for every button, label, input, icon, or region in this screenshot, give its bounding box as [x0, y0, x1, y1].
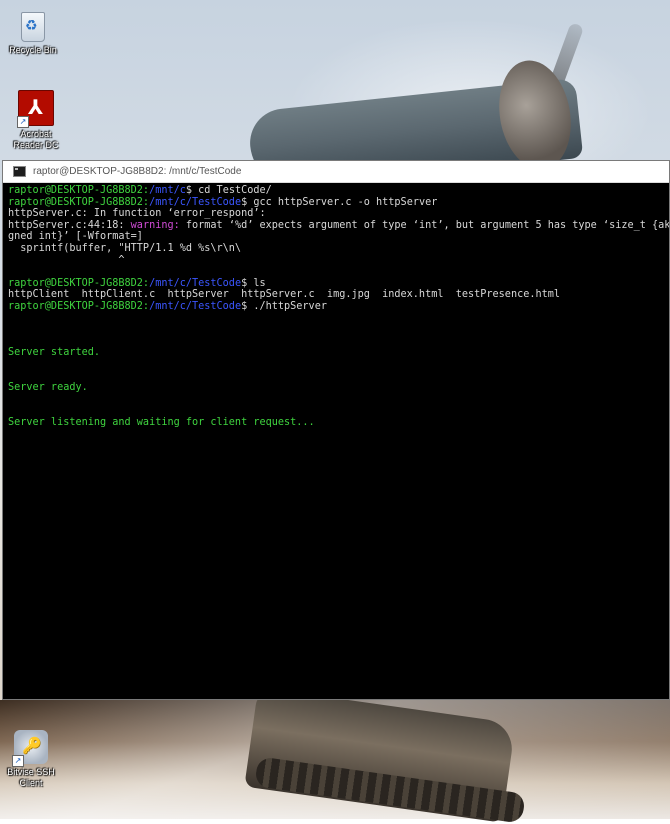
- prompt-path: /mnt/c/TestCode: [149, 196, 242, 208]
- terminal-app-icon: [13, 166, 26, 177]
- terminal-text: gned int}’ [-Wformat=]: [8, 231, 143, 243]
- prompt-command: $ cd TestCode/: [185, 185, 272, 196]
- terminal-line: raptor@DESKTOP-JG8B8D2:/mnt/c/TestCode$ …: [8, 278, 669, 290]
- terminal-line: Server started.: [8, 347, 669, 359]
- warning-label: warning:: [130, 219, 180, 231]
- prompt-path: /mnt/c: [149, 185, 186, 196]
- desktop-icon-label: Recycle Bin: [0, 45, 66, 56]
- warning-message: format ‘%d’ expects argument of type ‘in…: [185, 219, 669, 231]
- terminal-line: httpServer.c:44:18: warning: format ‘%d’…: [8, 220, 669, 232]
- shortcut-arrow-icon: ↗: [17, 116, 29, 128]
- terminal-line: raptor@DESKTOP-JG8B8D2:/mnt/c/TestCode$ …: [8, 197, 669, 209]
- terminal-line: raptor@DESKTOP-JG8B8D2:/mnt/c$ cd TestCo…: [8, 185, 669, 197]
- prompt-user: raptor@DESKTOP-JG8B8D2:: [8, 300, 150, 312]
- terminal-line: Server ready.: [8, 382, 669, 394]
- prompt-command: $ gcc httpServer.c -o httpServer: [241, 196, 438, 208]
- prompt-user: raptor@DESKTOP-JG8B8D2:: [8, 196, 150, 208]
- prompt-command: $ ls: [241, 277, 266, 289]
- terminal-line: sprintf(buffer, "HTTP/1.1 %d %s\r\n\: [8, 243, 669, 255]
- terminal-line: httpServer.c: In function ‘error_respond…: [8, 208, 669, 220]
- acrobat-icon: ↗: [17, 90, 54, 128]
- bitvise-key-icon: ↗: [12, 730, 48, 767]
- terminal-text: sprintf(buffer, "HTTP/1.1 %d %s\r\n\: [8, 242, 242, 254]
- server-output: Server listening and waiting for client …: [8, 416, 315, 428]
- terminal-line: raptor@DESKTOP-JG8B8D2:/mnt/c/TestCode$ …: [8, 301, 669, 313]
- server-output: Server started.: [8, 347, 101, 359]
- terminal-line: gned int}’ [-Wformat=]: [8, 231, 669, 243]
- label-line: Client: [19, 778, 43, 788]
- terminal-output[interactable]: raptor@DESKTOP-JG8B8D2:/mnt/c$ cd TestCo…: [3, 183, 669, 428]
- prompt-user: raptor@DESKTOP-JG8B8D2:: [8, 185, 150, 196]
- compiler-location: httpServer.c:44:18:: [8, 219, 131, 231]
- terminal-text: httpClient httpClient.c httpServer httpS…: [8, 289, 561, 301]
- window-titlebar[interactable]: raptor@DESKTOP-JG8B8D2: /mnt/c/TestCode: [3, 161, 669, 183]
- prompt-path: /mnt/c/TestCode: [149, 277, 242, 289]
- window-title: raptor@DESKTOP-JG8B8D2: /mnt/c/TestCode: [33, 166, 242, 177]
- recycle-bin-icon: [21, 12, 45, 42]
- prompt-command: $ ./httpServer: [241, 300, 327, 312]
- prompt-user: raptor@DESKTOP-JG8B8D2:: [8, 277, 150, 289]
- desktop-icon-label: Acrobat Reader DC: [3, 129, 69, 151]
- desktop-icon-bitvise-ssh[interactable]: ↗ Bitvise SSH Client: [0, 730, 64, 789]
- label-line: Bitvise SSH: [7, 767, 55, 777]
- server-output: Server ready.: [8, 382, 88, 394]
- prompt-path: /mnt/c/TestCode: [149, 300, 242, 312]
- terminal-line: ^: [8, 255, 669, 267]
- terminal-window[interactable]: raptor@DESKTOP-JG8B8D2: /mnt/c/TestCode …: [2, 160, 670, 700]
- terminal-text: ^: [8, 254, 125, 266]
- desktop-icon-acrobat-reader[interactable]: ↗ Acrobat Reader DC: [3, 90, 69, 151]
- label-line: Recycle Bin: [9, 45, 57, 55]
- terminal-line: httpClient httpClient.c httpServer httpS…: [8, 289, 669, 301]
- label-line: Acrobat: [20, 129, 52, 139]
- desktop-icon-label: Bitvise SSH Client: [0, 767, 64, 789]
- terminal-line: Server listening and waiting for client …: [8, 417, 669, 429]
- desktop-icon-recycle-bin[interactable]: Recycle Bin: [0, 12, 66, 56]
- shortcut-arrow-icon: ↗: [12, 755, 24, 767]
- label-line: Reader DC: [13, 140, 59, 150]
- terminal-text: httpServer.c: In function ‘error_respond…: [8, 208, 266, 220]
